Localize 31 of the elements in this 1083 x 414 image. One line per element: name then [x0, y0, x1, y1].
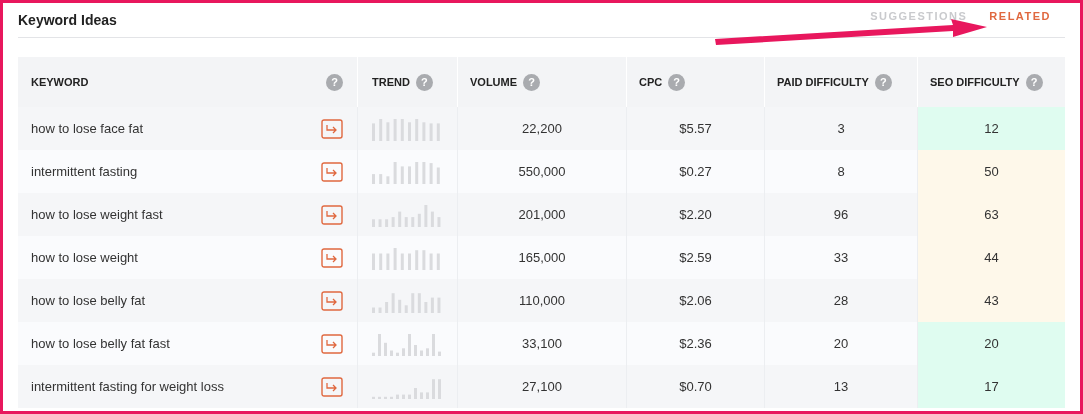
help-icon[interactable]: ? — [523, 73, 541, 91]
cpc-cell: $0.70 — [627, 365, 765, 408]
seo-difficulty-cell: 43 — [918, 279, 1065, 322]
keyword-text: how to lose weight fast — [31, 207, 163, 222]
volume-cell: 27,100 — [458, 365, 627, 408]
help-icon[interactable]: ? — [326, 73, 343, 91]
keyword-text: how to lose face fat — [31, 121, 143, 136]
seo-difficulty-cell: 50 — [918, 150, 1065, 193]
column-title: SEO DIFFICULTY — [930, 76, 1020, 88]
help-icon[interactable]: ? — [1025, 73, 1043, 91]
keyword-text: how to lose belly fat fast — [31, 336, 170, 351]
seo-difficulty-cell: 63 — [918, 193, 1065, 236]
keyword-text: intermittent fasting for weight loss — [31, 379, 224, 394]
keyword-text: intermittent fasting — [31, 164, 138, 179]
column-title: KEYWORD — [31, 76, 89, 88]
column-title: TREND — [372, 76, 410, 88]
seo-difficulty-cell: 12 — [918, 107, 1065, 150]
column-title: CPC — [639, 76, 663, 88]
trend-sparkline — [372, 331, 444, 356]
column-title: VOLUME — [470, 76, 518, 88]
help-icon[interactable]: ? — [415, 73, 433, 91]
seo-difficulty-cell: 20 — [918, 322, 1065, 365]
keyword-text: how to lose weight — [31, 250, 138, 265]
help-icon[interactable]: ? — [874, 73, 892, 91]
keyword-text: how to lose belly fat — [31, 293, 146, 308]
column-title: PAID DIFFICULTY — [777, 76, 869, 88]
seo-difficulty-cell: 17 — [918, 365, 1065, 408]
panel-title: Keyword Ideas — [18, 12, 117, 28]
tab[interactable]: RELATED — [989, 10, 1051, 22]
help-icon[interactable]: ? — [668, 73, 686, 91]
seo-difficulty-cell: 44 — [918, 236, 1065, 279]
